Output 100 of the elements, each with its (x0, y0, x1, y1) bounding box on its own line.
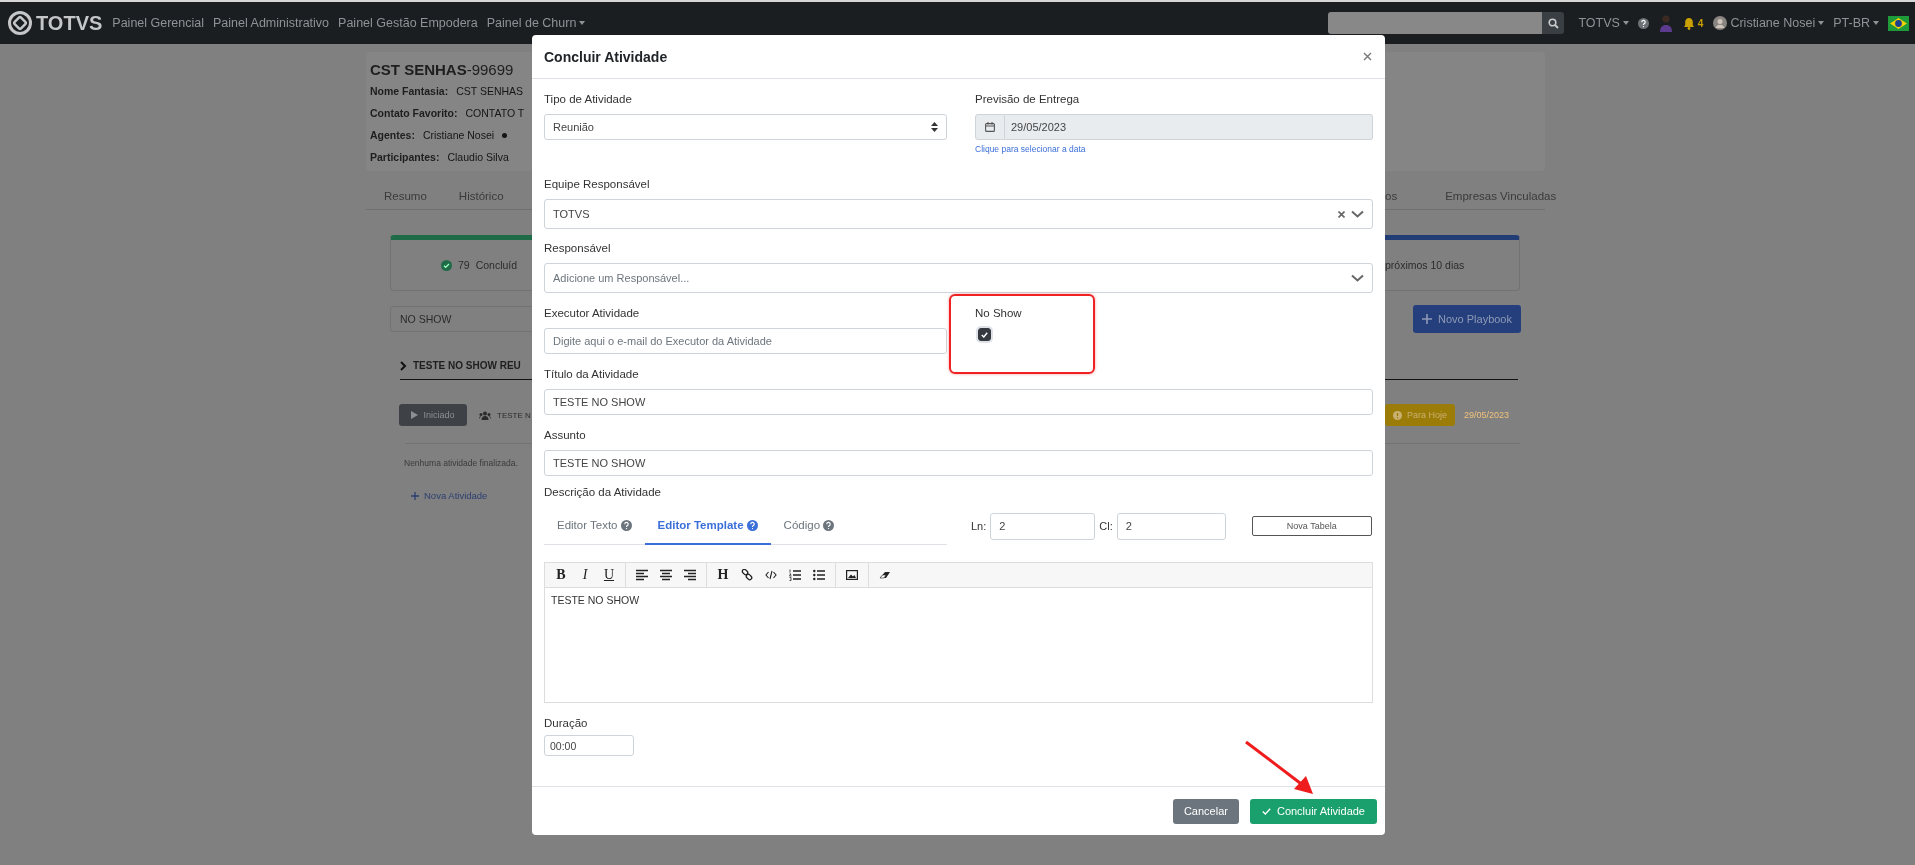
input-field[interactable]: 2 (990, 512, 1096, 540)
field-label: Nome Fantasia: (370, 85, 449, 97)
new-table-button[interactable]: Nova Tabela (1251, 516, 1372, 536)
caret-icon (1622, 21, 1629, 25)
field-value: CONTATO T (465, 107, 525, 119)
date-field[interactable]: 29/05/2023 (1005, 114, 1373, 140)
field-label: Ln: (971, 520, 987, 532)
user-menu[interactable]: Cristiane Nosei (1713, 16, 1825, 30)
empty-message: Nenhuma atividade finalizada. (404, 458, 518, 468)
nav-link[interactable]: Painel Gestão Empodera (338, 16, 478, 30)
field-label: Cl: (1099, 520, 1113, 532)
field-label: Executor Atividade (544, 306, 641, 321)
heading-button[interactable]: H (713, 565, 733, 585)
users-icon (479, 410, 491, 420)
field-label: Agentes: (370, 129, 415, 141)
chevron-down-icon (1351, 209, 1364, 219)
field-label: Descrição da Atividade (544, 485, 662, 500)
select-field[interactable]: Reunião (544, 114, 947, 140)
nav-link[interactable]: Painel Gerencial (112, 16, 205, 30)
avatar-icon (1713, 16, 1728, 30)
record-title: CST SENHAS-99699 (370, 60, 515, 80)
select-field[interactable]: Adicione um Responsável... (544, 263, 1373, 293)
tab[interactable]: os (1385, 190, 1398, 202)
clear-icon[interactable] (1338, 210, 1345, 218)
bullet-list-icon[interactable] (813, 569, 825, 581)
search-button[interactable] (1542, 12, 1565, 34)
confirm-button[interactable]: Concluir Atividade (1249, 798, 1377, 824)
activity-name: TESTE N (497, 410, 531, 420)
input-field[interactable]: TESTE NO SHOW (544, 450, 1373, 476)
align-left-icon[interactable] (636, 569, 648, 581)
input-field[interactable]: 2 (1116, 512, 1226, 540)
help-icon (1637, 17, 1649, 29)
select-field[interactable]: TOTVS (544, 199, 1373, 229)
help-icon (823, 519, 835, 531)
tab[interactable]: Resumo (384, 190, 427, 202)
link-icon[interactable] (741, 569, 753, 581)
search-field[interactable] (1328, 12, 1543, 34)
caret-icon (579, 21, 586, 25)
eraser-icon[interactable] (879, 569, 891, 581)
input-field[interactable]: Digite aqui o e-mail do Executor da Atividade (544, 328, 947, 354)
tab[interactable]: Histórico (458, 190, 504, 202)
status-button[interactable]: Iniciado (399, 404, 467, 426)
help-icon (620, 519, 632, 531)
new-playbook-button[interactable]: Novo Playbook (1413, 305, 1521, 333)
playbook-title: TESTE NO SHOW REU (413, 360, 521, 371)
code-icon[interactable] (765, 569, 777, 581)
bell-icon[interactable] (1682, 16, 1695, 30)
filter-select[interactable]: NO SHOW (390, 306, 532, 332)
check-icon (1261, 807, 1271, 815)
calendar-button[interactable] (975, 114, 1005, 140)
nav-link[interactable]: Painel de Churn (486, 16, 586, 30)
chevron-down-icon (1351, 273, 1364, 283)
align-center-icon[interactable] (660, 569, 672, 581)
checkbox[interactable] (978, 328, 991, 341)
dialog-title: Concluir Atividade (544, 48, 668, 65)
plus-icon (1422, 314, 1432, 324)
caret-icon (1818, 21, 1825, 25)
editor-tab[interactable]: Editor Template (644, 507, 771, 545)
ordered-list-icon[interactable] (789, 569, 801, 581)
sort-arrows-icon (931, 122, 938, 132)
calendar-icon (985, 122, 995, 132)
org-menu[interactable]: TOTVS (1578, 16, 1629, 30)
due-date: 29/05/2023 (1464, 410, 1510, 420)
play-icon (411, 411, 419, 419)
language-menu[interactable]: PT-BR (1833, 16, 1879, 30)
editor-tab[interactable]: Código (770, 507, 848, 545)
help-icon (746, 519, 758, 531)
summary-label: Concluíd (475, 259, 518, 271)
field-label: Contato Favorito: (370, 107, 458, 119)
editor-tab[interactable]: Editor Texto (544, 507, 645, 545)
field-label: Título da Atividade (544, 367, 640, 382)
check-icon (981, 331, 988, 338)
plus-icon (411, 491, 419, 500)
search-icon (1547, 17, 1559, 29)
alert-icon (1393, 410, 1402, 420)
editor-content[interactable]: TESTE NO SHOW (545, 588, 1372, 702)
image-icon[interactable] (846, 569, 858, 581)
summary-count: 79 (458, 259, 470, 271)
format-button[interactable]: B (551, 565, 571, 585)
align-right-icon[interactable] (684, 569, 696, 581)
brand-name: TOTVS (36, 11, 103, 35)
tab[interactable]: Empresas Vinculadas (1445, 190, 1557, 202)
notification-count: 4 (1697, 17, 1704, 29)
caret-icon (1873, 21, 1879, 25)
input-field[interactable]: 00:00 (544, 735, 634, 756)
nav-link[interactable]: Painel Administrativo (213, 16, 330, 30)
field-label: No Show (975, 306, 1023, 321)
field-label: Assunto (544, 428, 587, 443)
input-field[interactable]: TESTE NO SHOW (544, 389, 1373, 415)
date-help-link[interactable]: Clique para selecionar a data (975, 144, 1086, 154)
cancel-button[interactable]: Cancelar (1172, 798, 1239, 824)
logo-icon (8, 11, 32, 35)
field-label: Tipo de Atividade (544, 92, 633, 107)
chevron-right-icon (400, 360, 407, 371)
check-circle-icon (441, 259, 452, 271)
field-label: Previsão de Entrega (975, 92, 1081, 107)
close-icon[interactable] (1363, 52, 1372, 61)
format-button[interactable]: U (599, 565, 619, 585)
format-button[interactable]: I (575, 565, 595, 585)
field-label: Duração (544, 716, 589, 731)
